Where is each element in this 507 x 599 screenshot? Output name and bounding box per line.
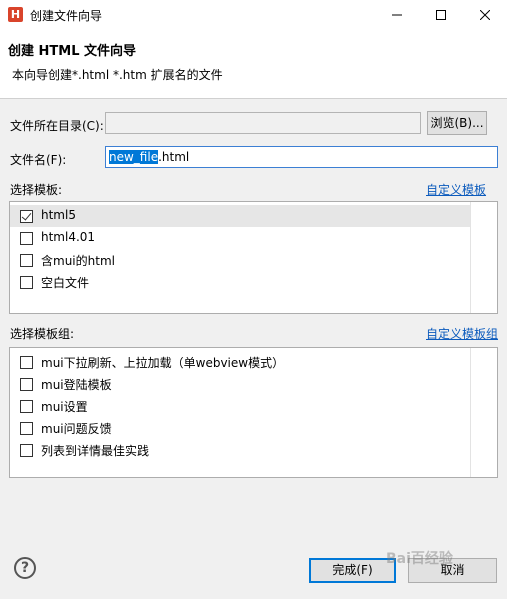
close-button[interactable] xyxy=(463,0,507,30)
checkbox-icon[interactable] xyxy=(20,400,33,413)
template-item-label: 空白文件 xyxy=(41,276,90,290)
close-icon xyxy=(480,10,490,20)
wizard-title: 创建 HTML 文件向导 xyxy=(8,44,137,59)
filename-input[interactable]: new_file.html xyxy=(105,146,498,168)
checkbox-icon[interactable] xyxy=(20,422,33,435)
template-group-item-label: mui下拉刷新、上拉加载（单webview模式） xyxy=(41,356,285,370)
app-icon: H xyxy=(8,7,23,22)
template-item-blank[interactable]: 空白文件 xyxy=(10,271,470,293)
template-item-html5[interactable]: html5 xyxy=(10,205,470,227)
custom-template-group-link[interactable]: 自定义模板组 xyxy=(426,325,498,342)
filename-label: 文件名(F): xyxy=(10,153,67,167)
dir-input[interactable] xyxy=(105,112,421,134)
dir-label: 文件所在目录(C): xyxy=(10,119,104,133)
browse-button[interactable]: 浏览(B)... xyxy=(427,111,487,135)
template-list[interactable]: html5 html4.01 含mui的html 空白文件 xyxy=(9,201,498,314)
filename-extension: .html xyxy=(158,150,190,164)
template-group-item-label: mui问题反馈 xyxy=(41,422,112,436)
template-item-label: html5 xyxy=(41,208,76,222)
wizard-description: 本向导创建*.html *.htm 扩展名的文件 xyxy=(12,68,223,82)
template-item-mui-html[interactable]: 含mui的html xyxy=(10,249,470,271)
template-group-item[interactable]: 列表到详情最佳实践 xyxy=(10,439,470,461)
wizard-header: 创建 HTML 文件向导 本向导创建*.html *.htm 扩展名的文件 xyxy=(0,30,507,99)
checkbox-icon[interactable] xyxy=(20,276,33,289)
filename-input-value: new_file.html xyxy=(109,150,189,164)
template-group-list[interactable]: mui下拉刷新、上拉加载（单webview模式） mui登陆模板 mui设置 m… xyxy=(9,347,498,478)
maximize-icon xyxy=(436,10,446,20)
template-groups-label: 选择模板组: xyxy=(10,327,75,341)
checkbox-icon[interactable] xyxy=(20,232,33,245)
help-icon[interactable]: ? xyxy=(14,557,36,579)
maximize-button[interactable] xyxy=(419,0,463,30)
minimize-icon xyxy=(392,14,402,16)
template-group-item[interactable]: mui登陆模板 xyxy=(10,373,470,395)
title-bar: H 创建文件向导 xyxy=(0,0,507,30)
finish-button[interactable]: 完成(F) xyxy=(309,558,396,583)
checkbox-icon[interactable] xyxy=(20,254,33,267)
template-group-item[interactable]: mui设置 xyxy=(10,395,470,417)
checkbox-icon[interactable] xyxy=(20,444,33,457)
template-group-item[interactable]: mui问题反馈 xyxy=(10,417,470,439)
template-item-label: 含mui的html xyxy=(41,254,115,268)
custom-template-link[interactable]: 自定义模板 xyxy=(426,181,486,198)
column-divider xyxy=(470,202,471,313)
template-group-item-label: 列表到详情最佳实践 xyxy=(41,444,150,458)
template-item-html401[interactable]: html4.01 xyxy=(10,227,470,249)
minimize-button[interactable] xyxy=(375,0,419,30)
watermark: Bai百经验 xyxy=(386,551,453,567)
template-group-item-label: mui登陆模板 xyxy=(41,378,112,392)
checkbox-icon[interactable] xyxy=(20,356,33,369)
checkbox-icon[interactable] xyxy=(20,210,33,223)
checkbox-icon[interactable] xyxy=(20,378,33,391)
column-divider xyxy=(470,348,471,477)
template-group-item[interactable]: mui下拉刷新、上拉加载（单webview模式） xyxy=(10,351,470,373)
window-title: 创建文件向导 xyxy=(30,9,103,23)
filename-selected-text: new_file xyxy=(109,150,159,164)
templates-label: 选择模板: xyxy=(10,183,63,197)
template-item-label: html4.01 xyxy=(41,230,96,244)
template-group-item-label: mui设置 xyxy=(41,400,88,414)
